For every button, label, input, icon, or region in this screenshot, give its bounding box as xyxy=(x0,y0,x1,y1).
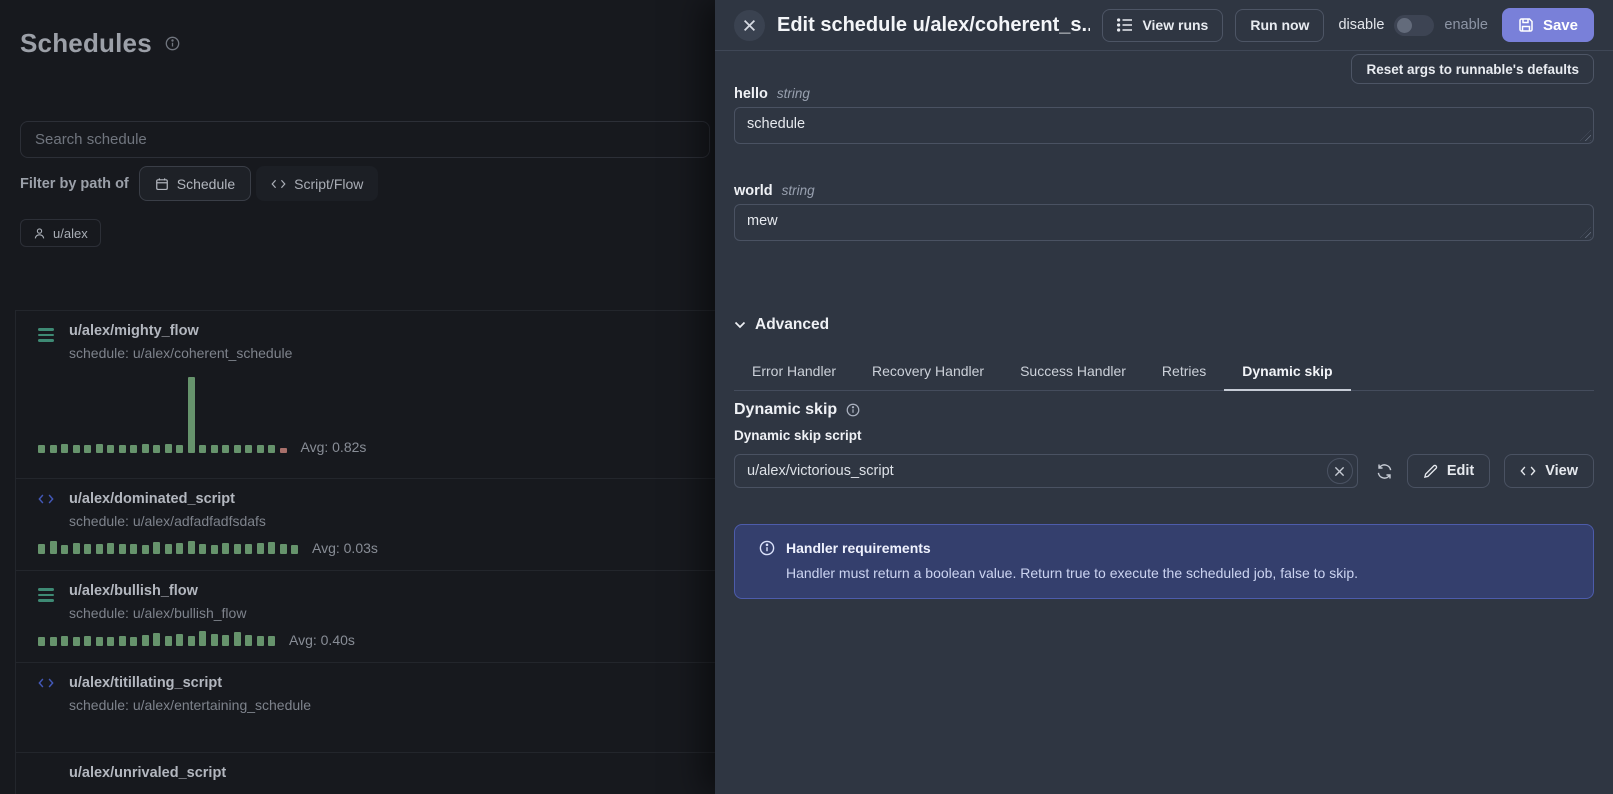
field-name-hello: hello xyxy=(734,86,768,102)
schedule-row[interactable]: u/alex/bullish_flow schedule: u/alex/bul… xyxy=(16,570,715,662)
avg-duration-label: Avg: 0.03s xyxy=(312,541,378,555)
schedule-row[interactable]: u/alex/unrivaled_script xyxy=(16,752,715,794)
disable-label: disable xyxy=(1338,17,1384,33)
enable-label: enable xyxy=(1444,17,1488,33)
calendar-icon xyxy=(155,177,169,191)
schedule-path[interactable]: u/alex/dominated_script xyxy=(69,491,266,507)
dynamic-skip-script-label: Dynamic skip script xyxy=(734,428,1594,446)
info-icon xyxy=(759,540,775,556)
schedule-cron-label: schedule: u/alex/bullish_flow xyxy=(69,605,246,621)
edit-label: Edit xyxy=(1447,463,1474,479)
field-type-hello: string xyxy=(777,86,810,101)
save-button[interactable]: Save xyxy=(1502,8,1594,42)
schedule-path[interactable]: u/alex/mighty_flow xyxy=(69,323,292,339)
advanced-label: Advanced xyxy=(755,316,829,334)
view-runs-button[interactable]: View runs xyxy=(1102,9,1223,42)
info-icon[interactable] xyxy=(846,403,860,417)
owner-badge-label: u/alex xyxy=(53,226,88,241)
field-name-world: world xyxy=(734,183,773,199)
info-icon[interactable] xyxy=(165,36,180,51)
schedule-cron-label: schedule: u/alex/entertaining_schedule xyxy=(69,697,311,713)
schedule-path[interactable]: u/alex/unrivaled_script xyxy=(69,765,226,781)
chevron-down-icon xyxy=(734,321,746,329)
list-icon xyxy=(1117,18,1133,32)
runs-bar-chart[interactable] xyxy=(38,541,298,554)
refresh-icon[interactable] xyxy=(1376,463,1393,480)
flow-icon xyxy=(38,585,58,605)
close-drawer-button[interactable] xyxy=(734,10,765,41)
callout-body: Handler must return a boolean value. Ret… xyxy=(786,565,1573,581)
edit-schedule-drawer: Edit schedule u/alex/coherent_s... View … xyxy=(715,0,1613,794)
clear-script-button[interactable] xyxy=(1327,458,1353,484)
owner-filter-badge[interactable]: u/alex xyxy=(20,219,101,247)
code-icon xyxy=(271,178,286,190)
field-type-world: string xyxy=(782,183,815,198)
hello-field[interactable]: schedule xyxy=(734,107,1594,144)
runs-bar-chart[interactable] xyxy=(38,377,287,453)
advanced-section-toggle[interactable]: Advanced xyxy=(734,316,1594,334)
tab-recovery-handler[interactable]: Recovery Handler xyxy=(854,352,1002,390)
schedule-row[interactable]: u/alex/mighty_flow schedule: u/alex/cohe… xyxy=(16,310,715,478)
save-icon xyxy=(1518,17,1534,33)
view-script-button[interactable]: View xyxy=(1504,454,1594,488)
view-label: View xyxy=(1545,463,1578,479)
reset-args-button[interactable]: Reset args to runnable's defaults xyxy=(1351,54,1594,84)
pencil-icon xyxy=(1423,464,1438,479)
enable-toggle[interactable] xyxy=(1394,15,1434,36)
avg-duration-label: Avg: 0.40s xyxy=(289,633,355,647)
drawer-title: Edit schedule u/alex/coherent_s... xyxy=(777,14,1090,37)
schedule-list: u/alex/mighty_flow schedule: u/alex/cohe… xyxy=(15,310,715,794)
person-icon xyxy=(33,227,46,240)
filter-script-flow-button[interactable]: Script/Flow xyxy=(256,166,378,201)
runs-bar-chart[interactable] xyxy=(38,631,275,646)
edit-script-button[interactable]: Edit xyxy=(1407,454,1490,488)
flow-icon xyxy=(38,325,58,345)
tab-dynamic-skip[interactable]: Dynamic skip xyxy=(1224,352,1350,390)
view-runs-label: View runs xyxy=(1142,17,1208,33)
save-label: Save xyxy=(1543,17,1578,34)
code-icon xyxy=(1520,465,1536,477)
dynamic-skip-heading: Dynamic skip xyxy=(734,401,837,419)
tab-success-handler[interactable]: Success Handler xyxy=(1002,352,1144,390)
schedules-page: Schedules Filter by path of Schedule Scr… xyxy=(0,0,715,794)
script-icon xyxy=(38,677,58,689)
schedule-cron-label: schedule: u/alex/coherent_schedule xyxy=(69,345,292,361)
callout-title: Handler requirements xyxy=(786,540,931,556)
search-input[interactable] xyxy=(20,121,710,158)
tab-error-handler[interactable]: Error Handler xyxy=(734,352,854,390)
schedule-row[interactable]: u/alex/dominated_script schedule: u/alex… xyxy=(16,478,715,570)
schedule-row[interactable]: u/alex/titillating_script schedule: u/al… xyxy=(16,662,715,752)
dynamic-skip-script-input[interactable] xyxy=(734,454,1358,488)
script-icon xyxy=(38,493,58,505)
tab-retries[interactable]: Retries xyxy=(1144,352,1224,390)
world-field[interactable]: mew xyxy=(734,204,1594,241)
handler-requirements-callout: Handler requirements Handler must return… xyxy=(734,524,1594,599)
run-now-label: Run now xyxy=(1250,17,1309,33)
schedule-cron-label: schedule: u/alex/adfadfadfsdafs xyxy=(69,513,266,529)
advanced-tabs: Error Handler Recovery Handler Success H… xyxy=(734,352,1594,391)
schedule-path[interactable]: u/alex/bullish_flow xyxy=(69,583,246,599)
filter-label: Filter by path of xyxy=(20,176,129,192)
page-title: Schedules xyxy=(20,28,152,59)
run-now-button[interactable]: Run now xyxy=(1235,9,1324,42)
filter-script-flow-label: Script/Flow xyxy=(294,176,363,192)
avg-duration-label: Avg: 0.82s xyxy=(301,440,367,454)
filter-schedule-button[interactable]: Schedule xyxy=(139,166,251,201)
schedule-path[interactable]: u/alex/titillating_script xyxy=(69,675,311,691)
filter-schedule-label: Schedule xyxy=(177,176,235,192)
